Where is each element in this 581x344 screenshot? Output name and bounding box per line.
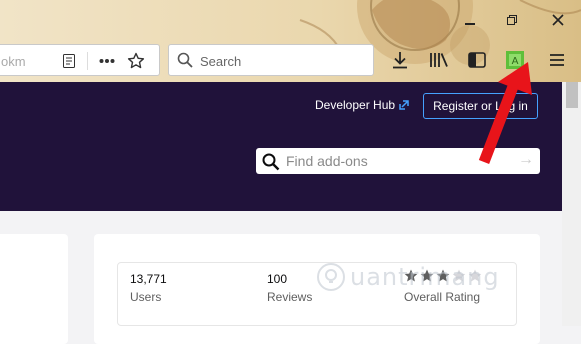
restore-button[interactable] xyxy=(497,7,527,33)
scrollbar-thumb[interactable] xyxy=(566,82,578,108)
bookmark-star-icon xyxy=(127,52,145,69)
bookmark-button[interactable] xyxy=(125,50,147,72)
watermark: uantrimang xyxy=(316,262,500,292)
search-icon xyxy=(177,52,193,68)
library-icon xyxy=(430,53,448,67)
scrollbar[interactable] xyxy=(562,82,581,326)
downloads-button[interactable] xyxy=(386,46,414,74)
annotation-arrow-icon xyxy=(478,62,532,164)
watermark-text: uantrimang xyxy=(350,263,500,291)
reader-view-button[interactable] xyxy=(58,50,80,72)
search-icon xyxy=(262,153,280,171)
restore-icon xyxy=(507,15,517,25)
users-label: Users xyxy=(130,290,162,304)
library-button[interactable] xyxy=(425,46,453,74)
addon-search-placeholder: Find add-ons xyxy=(286,153,368,169)
minimize-button[interactable] xyxy=(455,7,485,33)
menu-button[interactable] xyxy=(543,46,571,74)
page-actions-button[interactable] xyxy=(96,50,118,72)
menu-icon xyxy=(550,54,564,66)
overall-rating-label: Overall Rating xyxy=(404,290,481,304)
address-bar-divider xyxy=(87,52,88,70)
developer-hub-link[interactable]: Developer Hub xyxy=(315,98,409,112)
address-bar-text: okm xyxy=(1,54,26,69)
reviews-count[interactable]: 100 xyxy=(267,272,287,286)
minimize-icon xyxy=(465,23,475,25)
close-icon xyxy=(552,14,564,26)
addon-info-card xyxy=(0,234,68,344)
lightbulb-icon xyxy=(317,263,345,291)
search-bar[interactable]: Search xyxy=(168,44,374,76)
developer-hub-label: Developer Hub xyxy=(315,98,396,112)
page-actions-icon xyxy=(99,59,115,63)
reviews-label[interactable]: Reviews xyxy=(267,290,312,304)
search-bar-placeholder: Search xyxy=(200,54,242,69)
users-count: 13,771 xyxy=(130,272,167,286)
external-link-icon xyxy=(399,100,409,110)
close-button[interactable] xyxy=(543,7,573,33)
reader-view-icon xyxy=(63,54,75,68)
address-bar[interactable]: okm xyxy=(0,44,160,76)
download-icon xyxy=(393,52,407,69)
